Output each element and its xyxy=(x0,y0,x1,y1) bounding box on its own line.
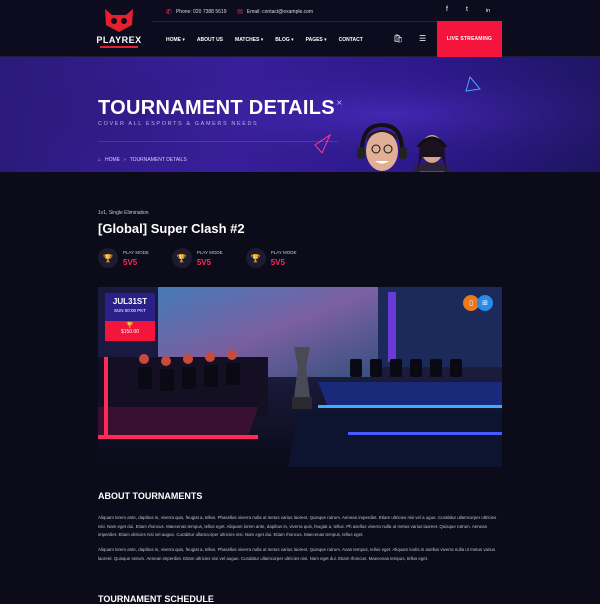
play-mode-value: 5V5 xyxy=(270,258,285,267)
trophy-icon: 🏆 xyxy=(126,323,134,329)
email-text[interactable]: Email: contact@example.com xyxy=(247,9,313,15)
nav-pages[interactable]: PAGES ▾ xyxy=(306,37,327,43)
play-mode-item: 🏆 PLAY MODE 5V5 xyxy=(171,248,223,268)
windows-platform-icon: ⊞ xyxy=(477,295,493,311)
play-mode-item: 🏆 PLAY MODE 5V5 xyxy=(245,248,297,268)
play-mode-value: 5V5 xyxy=(196,258,212,267)
tournament-format: 1v1, Single Elimination xyxy=(98,210,149,216)
home-icon: ⌂ xyxy=(98,157,102,163)
breadcrumb-current: TOURNAMENT DETAILS xyxy=(129,157,187,163)
nav-blog[interactable]: BLOG ▾ xyxy=(275,37,293,43)
hero-divider xyxy=(98,141,338,142)
phone-info: ✆ Phone: 020 7388 5619 xyxy=(166,8,226,16)
svg-text:×: × xyxy=(336,98,343,107)
site-header: PLAYREX ✆ Phone: 020 7388 5619 ✉ Email: … xyxy=(0,0,600,57)
play-mode-item: 🏆 PLAY MODE 5V5 xyxy=(98,248,149,268)
phone-text: Phone: 020 7388 5619 xyxy=(175,9,227,15)
play-modes: 🏆 PLAY MODE 5V5 🏆 PLAY MODE 5V5 🏆 PLAY M… xyxy=(98,248,297,268)
prize-badge: 🏆 $150.00 xyxy=(105,321,155,341)
logo[interactable]: PLAYREX xyxy=(96,7,142,53)
email-info: ✉ Email: contact@example.com xyxy=(237,8,313,16)
play-mode-label: PLAY MODE xyxy=(196,250,223,255)
mail-icon: ✉ xyxy=(237,9,243,16)
tournament-banner-image xyxy=(98,287,502,467)
breadcrumb-separator: › xyxy=(124,157,126,163)
header-divider xyxy=(152,21,437,22)
schedule-heading: TOURNAMENT SCHEDULE xyxy=(98,594,214,604)
main-nav: HOME ▾ ABOUT US MATCHES ▾ BLOG ▾ PAGES ▾… xyxy=(166,37,363,43)
logo-underline xyxy=(100,46,138,48)
gamer-man-image xyxy=(357,122,407,171)
logo-text: PLAYREX xyxy=(96,35,142,45)
breadcrumb: ⌂ HOME › TOURNAMENT DETAILS xyxy=(98,157,187,163)
trophy-icon: 🏆 xyxy=(171,248,192,268)
about-paragraph-1: Aliquam lorem ante, dapibus in, viverra … xyxy=(98,515,497,538)
page-hero: × TOURNAMENT DETAILS COVER ALL ESPORTS &… xyxy=(0,57,600,172)
play-mode-label: PLAY MODE xyxy=(270,250,297,255)
hamburger-menu-icon[interactable]: ☰ xyxy=(419,34,426,43)
trophy-icon: 🏆 xyxy=(245,248,266,268)
about-heading: ABOUT TOURNAMENTS xyxy=(98,491,203,501)
date-badge: JUL31ST SUN 00:00 PKT xyxy=(105,293,155,321)
twitter-icon[interactable]: t xyxy=(466,6,468,13)
phone-icon: ✆ xyxy=(166,9,172,16)
arena-illustration xyxy=(98,287,502,467)
trophy-icon: 🏆 xyxy=(98,248,118,268)
nav-matches[interactable]: MATCHES ▾ xyxy=(235,37,263,43)
page-subtitle: COVER ALL ESPORTS & GAMERS NEEDS xyxy=(98,121,259,127)
date-text: JUL31ST xyxy=(112,297,148,306)
breadcrumb-home[interactable]: HOME xyxy=(105,157,120,163)
page-title: TOURNAMENT DETAILS xyxy=(98,97,335,119)
logo-icon xyxy=(105,9,133,32)
tournament-title: [Global] Super Clash #2 xyxy=(98,221,245,236)
cart-icon[interactable]: 🛍 xyxy=(393,34,403,43)
nav-home[interactable]: HOME ▾ xyxy=(166,37,185,43)
about-paragraph-2: Aliquam lorem ante, dapibus in, viverra … xyxy=(98,547,496,561)
prize-amount: $150.00 xyxy=(120,329,140,335)
nav-contact[interactable]: CONTACT xyxy=(339,37,363,43)
play-mode-label: PLAY MODE xyxy=(123,250,149,255)
facebook-icon[interactable]: f xyxy=(446,6,448,13)
nav-about[interactable]: ABOUT US xyxy=(197,37,223,43)
live-streaming-button[interactable]: LIVE STREAMING xyxy=(437,21,502,57)
time-text: SUN 00:00 PKT xyxy=(113,308,146,313)
play-mode-value: 5V5 xyxy=(123,258,138,267)
instagram-icon[interactable]: in xyxy=(486,8,490,14)
